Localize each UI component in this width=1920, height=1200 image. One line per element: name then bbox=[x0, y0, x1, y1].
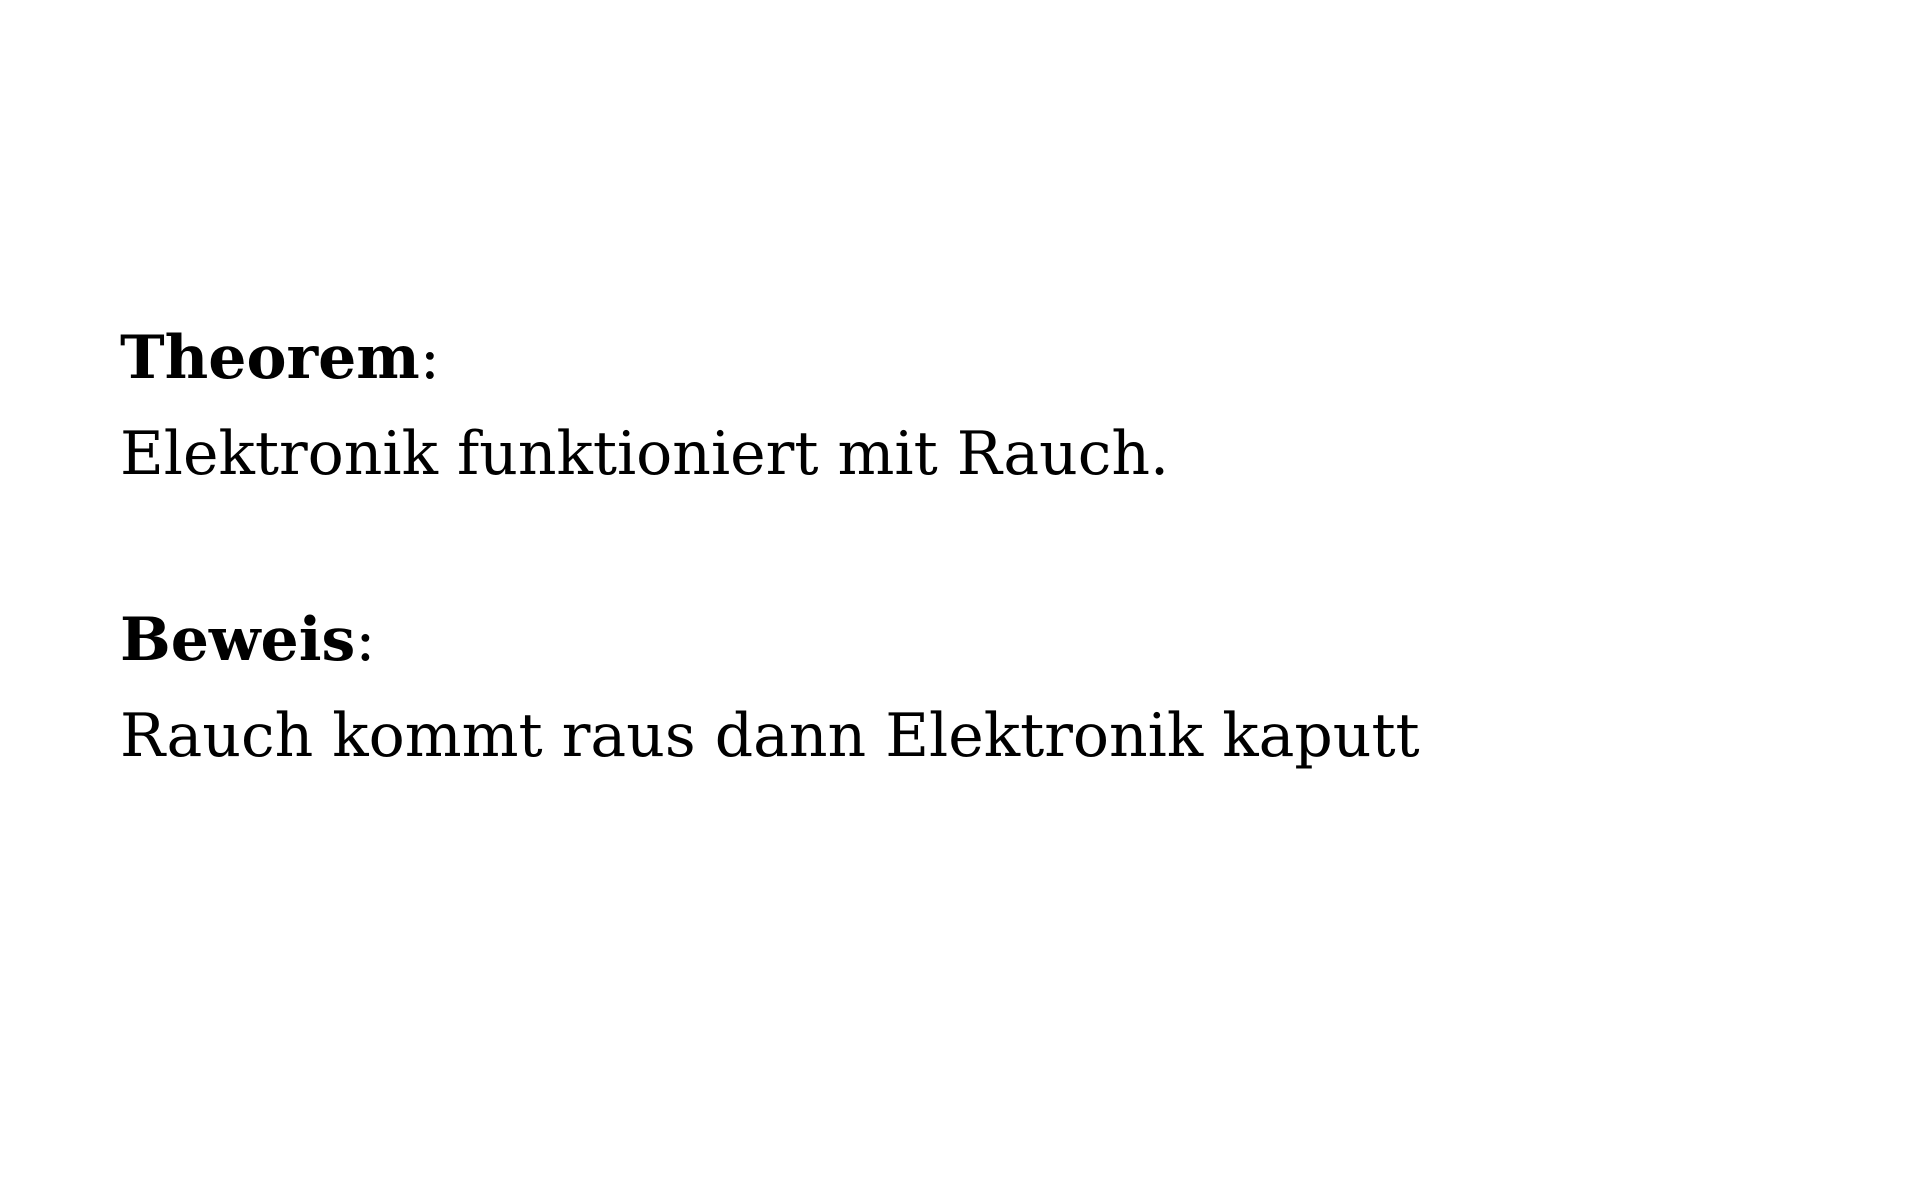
theorem-colon: : bbox=[419, 323, 440, 393]
proof-colon: : bbox=[355, 605, 376, 675]
proof-text: Rauch kommt raus dann Elektronik kaputt bbox=[120, 701, 1420, 771]
theorem-heading-line: Theorem: bbox=[120, 310, 1820, 406]
document-page: Theorem: Elektronik funktioniert mit Rau… bbox=[0, 0, 1920, 1200]
proof-heading: Beweis bbox=[120, 605, 356, 675]
theorem-text: Elektronik funktioniert mit Rauch. bbox=[120, 419, 1170, 489]
proof-block: Beweis: Rauch kommt raus dann Elektronik… bbox=[120, 592, 1820, 784]
document-content: Theorem: Elektronik funktioniert mit Rau… bbox=[120, 310, 1820, 784]
proof-heading-line: Beweis: bbox=[120, 592, 1820, 688]
theorem-block: Theorem: Elektronik funktioniert mit Rau… bbox=[120, 310, 1820, 502]
theorem-heading: Theorem bbox=[120, 323, 420, 393]
